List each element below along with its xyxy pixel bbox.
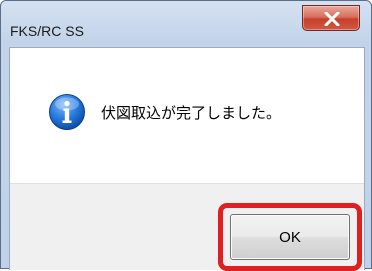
title-bar[interactable]: FKS/RC SS xyxy=(1,1,371,47)
window-title: FKS/RC SS xyxy=(10,23,84,39)
dialog-client-area: 伏図取込が完了しました。 OK xyxy=(9,47,365,271)
dialog-window: FKS/RC SS 伏図取込が完了しました。 OK xyxy=(0,0,372,271)
dialog-message: 伏図取込が完了しました。 xyxy=(101,104,282,122)
info-icon xyxy=(49,94,85,130)
close-icon xyxy=(324,12,340,26)
ok-button[interactable]: OK xyxy=(230,214,350,260)
message-area: 伏図取込が完了しました。 xyxy=(10,48,364,183)
button-bar: OK xyxy=(10,183,364,271)
close-button[interactable] xyxy=(302,5,360,31)
